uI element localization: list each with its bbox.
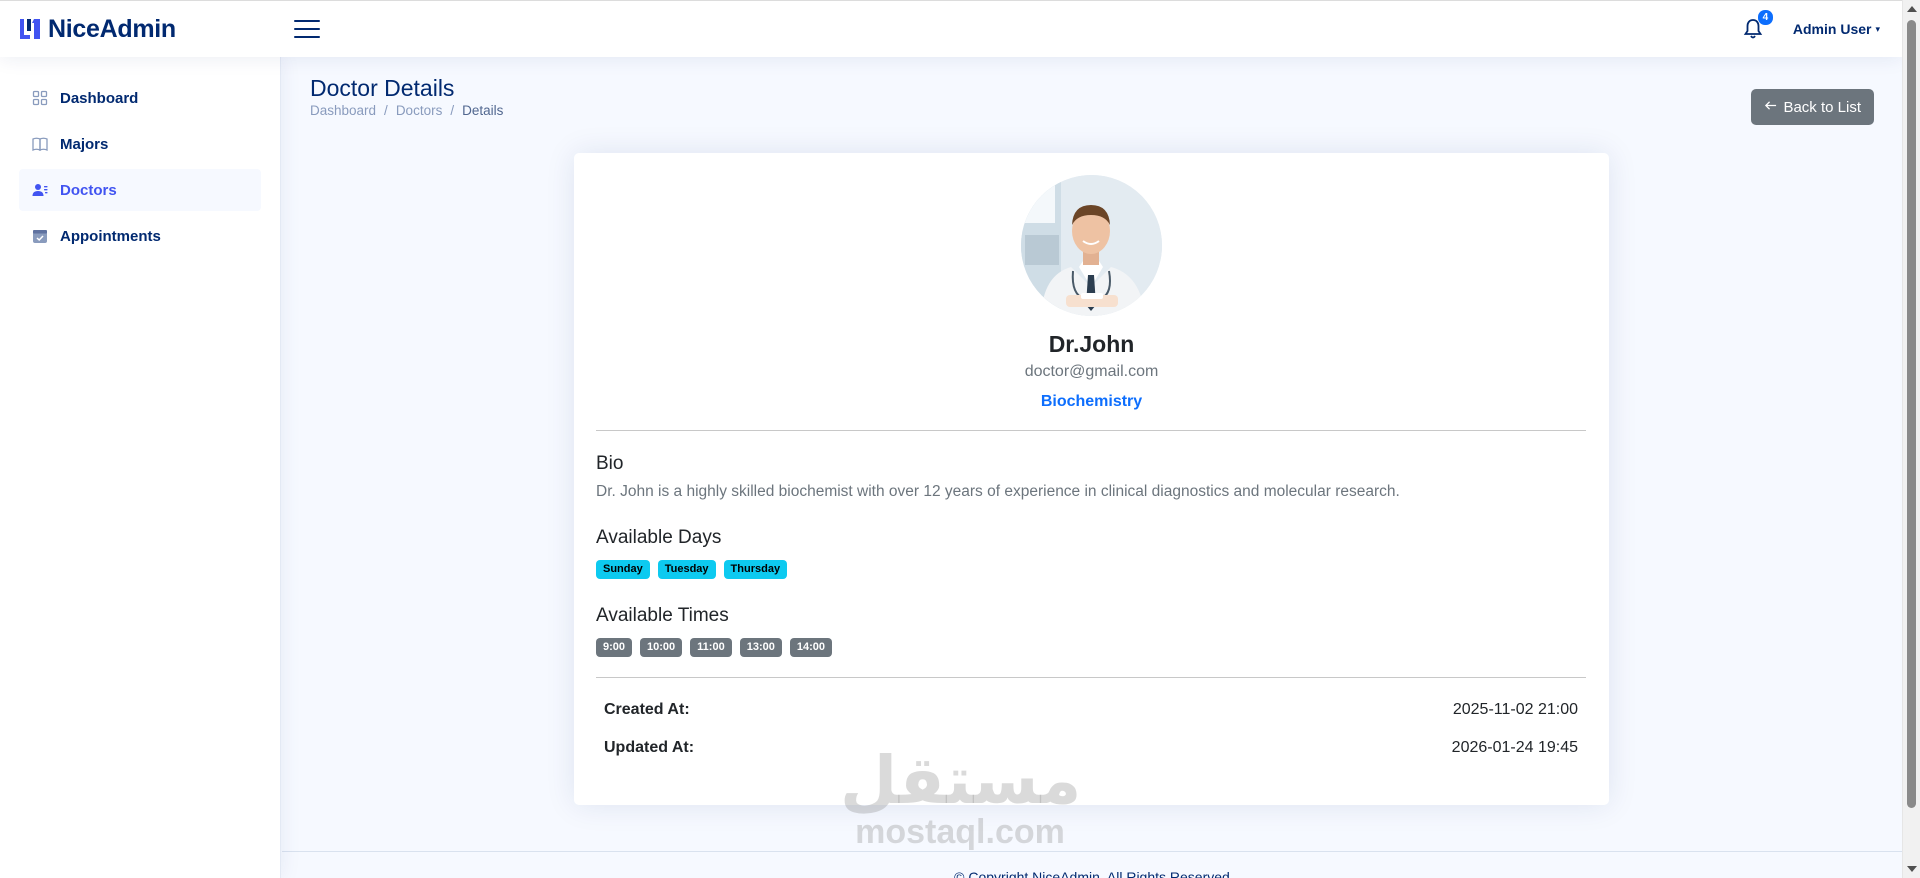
sidebar-item-majors[interactable]: Majors: [19, 123, 261, 165]
updated-at-value: 2026-01-24 19:45: [1451, 739, 1578, 756]
divider: [596, 677, 1586, 678]
time-badge: 13:00: [739, 638, 782, 657]
updated-at-label: Updated At:: [604, 739, 695, 756]
available-days-list: Sunday Tuesday Thursday: [596, 560, 788, 579]
bio-text: Dr. John is a highly skilled biochemist …: [596, 483, 1400, 500]
created-at-label: Created At:: [604, 701, 690, 718]
vertical-scrollbar[interactable]: [1902, 0, 1920, 878]
main-content: Doctor Details Dashboard / Doctors / Det…: [282, 57, 1902, 878]
breadcrumb-doctors[interactable]: Doctors: [396, 103, 443, 118]
available-days-heading: Available Days: [596, 527, 722, 548]
doctor-name: Dr.John: [1048, 331, 1135, 357]
grid-icon: [32, 90, 48, 106]
day-badge: Tuesday: [657, 560, 716, 579]
book-icon: [32, 136, 48, 152]
doctor-details-card: Dr.John doctor@gmail.com Biochemistry Bi…: [574, 153, 1609, 805]
available-times-list: 9:00 10:00 11:00 13:00 14:00: [596, 638, 832, 657]
sidebar: Dashboard Majors Doctors Appointments: [0, 57, 281, 878]
time-badge: 11:00: [690, 638, 732, 657]
divider: [596, 430, 1586, 431]
updated-at-row: Updated At: 2026-01-24 19:45: [604, 739, 1578, 757]
time-badge: 10:00: [640, 638, 683, 657]
created-at-value: 2025-11-02 21:00: [1452, 701, 1578, 718]
users-icon: [32, 182, 48, 198]
breadcrumb-current: Details: [462, 103, 504, 118]
time-badge: 9:00: [596, 638, 633, 657]
hamburger-icon[interactable]: [294, 16, 320, 42]
scrollbar-thumb[interactable]: [1907, 20, 1916, 808]
brand-name: NiceAdmin: [48, 14, 176, 43]
user-menu[interactable]: Admin User ▾: [1793, 21, 1880, 37]
day-badge: Thursday: [723, 560, 788, 579]
brand-logo[interactable]: NiceAdmin: [0, 15, 280, 44]
sidebar-item-label: Majors: [60, 135, 109, 153]
page-title: Doctor Details: [310, 75, 455, 101]
sidebar-item-label: Doctors: [60, 181, 117, 199]
user-name: Admin User: [1792, 21, 1872, 37]
day-badge: Sunday: [596, 560, 650, 579]
back-to-list-button[interactable]: Back to List: [1751, 89, 1874, 125]
calendar-check-icon: [32, 228, 48, 244]
sidebar-item-dashboard[interactable]: Dashboard: [19, 77, 261, 119]
sidebar-item-label: Dashboard: [60, 89, 139, 107]
caret-down-icon: ▾: [1875, 23, 1880, 34]
breadcrumb-dashboard[interactable]: Dashboard: [310, 103, 376, 118]
sidebar-item-appointments[interactable]: Appointments: [19, 215, 261, 257]
breadcrumb-separator: /: [384, 103, 388, 118]
available-times-heading: Available Times: [596, 605, 729, 626]
back-button-label: Back to List: [1783, 98, 1861, 116]
created-at-row: Created At: 2025-11-02 21:00: [604, 701, 1578, 719]
top-header: NiceAdmin 4 Admin User ▾: [0, 0, 1902, 57]
notification-badge: 4: [1757, 10, 1773, 25]
bio-heading: Bio: [596, 453, 624, 474]
scroll-down-icon[interactable]: [1907, 866, 1917, 872]
footer-copyright: © Copyright NiceAdmin. All Rights Reserv…: [954, 869, 1230, 878]
time-badge: 14:00: [789, 638, 832, 657]
footer-divider: [282, 851, 1902, 852]
bell-icon[interactable]: 4: [1741, 10, 1773, 41]
breadcrumb: Dashboard / Doctors / Details: [310, 103, 503, 118]
doctor-major[interactable]: Biochemistry: [574, 393, 1609, 411]
sidebar-item-doctors[interactable]: Doctors: [19, 169, 261, 211]
sidebar-item-label: Appointments: [60, 227, 161, 245]
logo-icon: [20, 19, 40, 39]
breadcrumb-separator: /: [450, 103, 455, 118]
scroll-up-icon[interactable]: [1907, 6, 1917, 12]
doctor-email: doctor@gmail.com: [1024, 363, 1159, 380]
doctor-avatar: [1021, 175, 1162, 316]
arrow-left-icon: [1764, 99, 1777, 116]
